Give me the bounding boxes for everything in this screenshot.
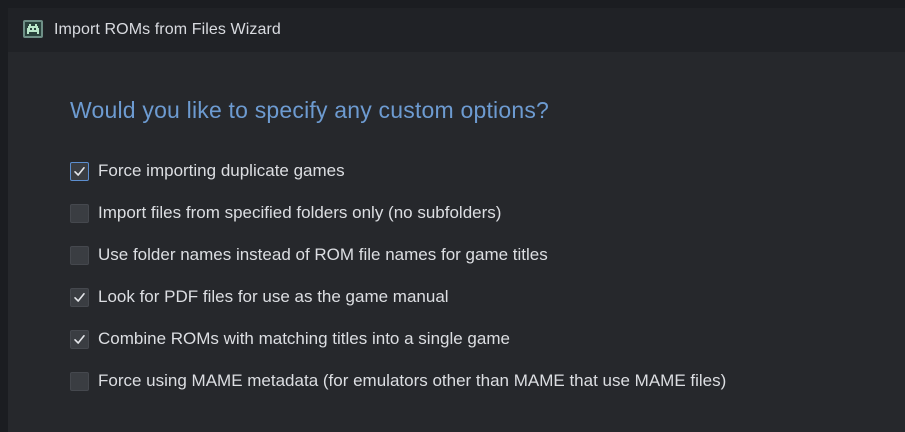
option-label: Force importing duplicate games xyxy=(98,161,345,180)
wizard-window: Import ROMs from Files Wizard Would you … xyxy=(0,0,905,432)
force-duplicates-checkbox[interactable] xyxy=(70,161,89,181)
no-subfolders-checkbox[interactable] xyxy=(70,203,89,223)
option-label: Combine ROMs with matching titles into a… xyxy=(98,329,510,348)
checkmark-icon xyxy=(74,334,85,344)
option-no-subfolders[interactable]: Import files from specified folders only… xyxy=(70,202,501,224)
option-force-duplicates[interactable]: Force importing duplicate games xyxy=(70,160,345,182)
pdf-manual-checkbox[interactable] xyxy=(70,287,89,307)
space-invader-icon xyxy=(23,20,43,38)
folder-names-checkbox[interactable] xyxy=(70,245,89,265)
window-title: Import ROMs from Files Wizard xyxy=(54,21,281,38)
combine-roms-checkbox[interactable] xyxy=(70,329,89,349)
checkmark-icon xyxy=(74,292,85,302)
checkmark-icon xyxy=(74,166,85,176)
option-label: Look for PDF files for use as the game m… xyxy=(98,287,449,306)
option-label: Import files from specified folders only… xyxy=(98,203,502,222)
option-folder-names[interactable]: Use folder names instead of ROM file nam… xyxy=(70,244,548,266)
option-combine-roms[interactable]: Combine ROMs with matching titles into a… xyxy=(70,328,510,350)
option-mame-metadata[interactable]: Force using MAME metadata (for emulators… xyxy=(70,370,726,392)
mame-metadata-checkbox[interactable] xyxy=(70,371,89,391)
wizard-page: Would you like to specify any custom opt… xyxy=(8,52,905,432)
option-label: Force using MAME metadata (for emulators… xyxy=(98,371,727,390)
page-heading: Would you like to specify any custom opt… xyxy=(70,97,550,123)
title-bar: Import ROMs from Files Wizard xyxy=(8,8,905,52)
option-label: Use folder names instead of ROM file nam… xyxy=(98,245,548,264)
option-pdf-manual[interactable]: Look for PDF files for use as the game m… xyxy=(70,286,449,308)
